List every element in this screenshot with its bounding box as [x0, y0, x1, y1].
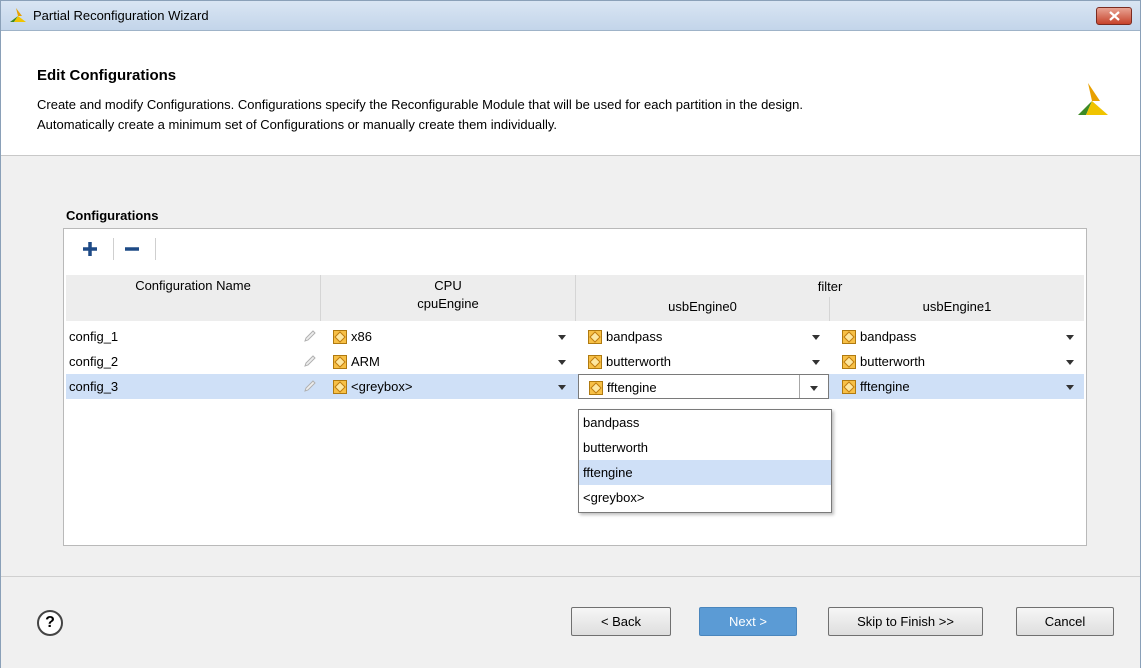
usbengine0-dropdown[interactable]: butterworth	[576, 349, 830, 374]
dropdown-option[interactable]: <greybox>	[579, 485, 831, 510]
usbengine0-combo-open[interactable]: fftengine	[578, 374, 829, 399]
group-header-filter-label: filter	[817, 279, 843, 294]
title-bar: Partial Reconfiguration Wizard	[1, 1, 1140, 31]
configuration-name: config_3	[69, 379, 119, 394]
configuration-name-cell[interactable]: config_3	[66, 374, 320, 399]
description-line-2: Automatically create a minimum set of Co…	[37, 117, 557, 132]
cpuengine-dropdown[interactable]: <greybox>	[321, 374, 576, 399]
cancel-button[interactable]: Cancel	[1016, 607, 1114, 636]
dropdown-value: bandpass	[606, 329, 663, 344]
pencil-icon[interactable]	[303, 380, 316, 393]
module-icon	[842, 380, 856, 394]
chevron-down-icon	[558, 385, 566, 390]
pencil-icon[interactable]	[303, 355, 316, 368]
wizard-content: Configurations Configuration Name CPU cp…	[1, 156, 1140, 576]
dropdown-value: butterworth	[860, 354, 926, 369]
usbengine0-dropdown-list: bandpass butterworth fftengine <greybox>	[578, 409, 832, 513]
chevron-down-icon	[1066, 335, 1074, 340]
wizard-window: Partial Reconfiguration Wizard Edit Conf…	[0, 0, 1141, 668]
pencil-icon[interactable]	[303, 330, 316, 343]
next-button[interactable]: Next >	[699, 607, 797, 636]
usbengine1-dropdown[interactable]: bandpass	[830, 324, 1084, 349]
chevron-down-icon	[1066, 360, 1074, 365]
close-button[interactable]	[1096, 7, 1132, 25]
dropdown-value: butterworth	[606, 354, 672, 369]
module-icon	[588, 355, 602, 369]
dropdown-value: <greybox>	[351, 379, 413, 394]
back-button[interactable]: < Back	[571, 607, 671, 636]
plus-icon	[83, 242, 97, 256]
dropdown-option-highlighted[interactable]: fftengine	[579, 460, 831, 485]
usbengine1-dropdown[interactable]: butterworth	[830, 349, 1084, 374]
dropdown-option[interactable]: butterworth	[579, 435, 831, 460]
page-description: Create and modify Configurations. Config…	[37, 95, 1037, 135]
dropdown-value: fftengine	[607, 380, 657, 395]
close-icon	[1109, 11, 1120, 21]
module-icon	[333, 330, 347, 344]
window-title: Partial Reconfiguration Wizard	[33, 8, 209, 23]
chevron-down-icon	[810, 386, 818, 391]
help-button[interactable]: ?	[37, 610, 63, 636]
dropdown-option[interactable]: bandpass	[579, 410, 831, 435]
column-header-label: usbEngine0	[668, 299, 737, 314]
cpuengine-dropdown[interactable]: ARM	[321, 349, 576, 374]
column-header-usbengine0[interactable]: usbEngine0	[576, 297, 830, 321]
module-icon	[589, 381, 603, 395]
dropdown-value: fftengine	[860, 379, 910, 394]
chevron-down-icon	[812, 360, 820, 365]
configurations-label: Configurations	[66, 208, 159, 223]
vivado-logo-icon	[1078, 83, 1108, 115]
toolbar-separator	[155, 238, 156, 260]
configurations-panel: Configuration Name CPU cpuEngine filter …	[63, 228, 1087, 546]
usbengine1-dropdown[interactable]: fftengine	[830, 374, 1084, 399]
chevron-down-icon	[1066, 385, 1074, 390]
configuration-name-cell[interactable]: config_2	[66, 349, 320, 374]
module-icon	[842, 330, 856, 344]
column-header-cpu[interactable]: CPU cpuEngine	[321, 275, 576, 321]
chevron-down-icon	[558, 360, 566, 365]
configuration-name: config_2	[69, 354, 119, 369]
column-header-label: usbEngine1	[922, 299, 992, 314]
configuration-name: config_1	[69, 329, 119, 344]
wizard-footer: ? < Back Next > Skip to Finish >> Cancel	[1, 576, 1140, 668]
add-configuration-button[interactable]	[79, 238, 101, 260]
group-header-cpu: CPU	[434, 278, 462, 293]
vivado-app-icon	[10, 8, 26, 22]
column-header-label: Configuration Name	[135, 278, 251, 293]
module-icon	[842, 355, 856, 369]
skip-to-finish-button[interactable]: Skip to Finish >>	[828, 607, 983, 636]
table-row-selected[interactable]: config_3 <greybox> fftengine fftengine	[66, 374, 1084, 399]
description-line-1: Create and modify Configurations. Config…	[37, 97, 803, 112]
minus-icon	[125, 247, 139, 251]
table-row[interactable]: config_1 x86 bandpass bandpass	[66, 324, 1084, 349]
group-header-filter: filter	[576, 275, 1084, 297]
cpuengine-dropdown[interactable]: x86	[321, 324, 576, 349]
wizard-header: Edit Configurations Create and modify Co…	[1, 31, 1140, 156]
dropdown-value: x86	[351, 329, 372, 344]
dropdown-value: ARM	[351, 354, 380, 369]
column-header-configuration-name[interactable]: Configuration Name	[66, 275, 321, 321]
remove-configuration-button[interactable]	[121, 238, 143, 260]
toolbar-separator	[113, 238, 114, 260]
module-icon	[333, 355, 347, 369]
chevron-down-icon	[558, 335, 566, 340]
dropdown-value: bandpass	[860, 329, 917, 344]
configurations-table: Configuration Name CPU cpuEngine filter …	[66, 275, 1084, 543]
configurations-toolbar	[65, 230, 1085, 266]
chevron-down-icon	[812, 335, 820, 340]
module-icon	[333, 380, 347, 394]
table-row[interactable]: config_2 ARM butterworth butterworth	[66, 349, 1084, 374]
column-header-cpuengine: cpuEngine	[417, 296, 479, 311]
module-icon	[588, 330, 602, 344]
usbengine0-dropdown[interactable]: bandpass	[576, 324, 830, 349]
configuration-name-cell[interactable]: config_1	[66, 324, 320, 349]
page-title: Edit Configurations	[37, 67, 177, 84]
column-header-usbengine1[interactable]: usbEngine1	[830, 297, 1084, 321]
